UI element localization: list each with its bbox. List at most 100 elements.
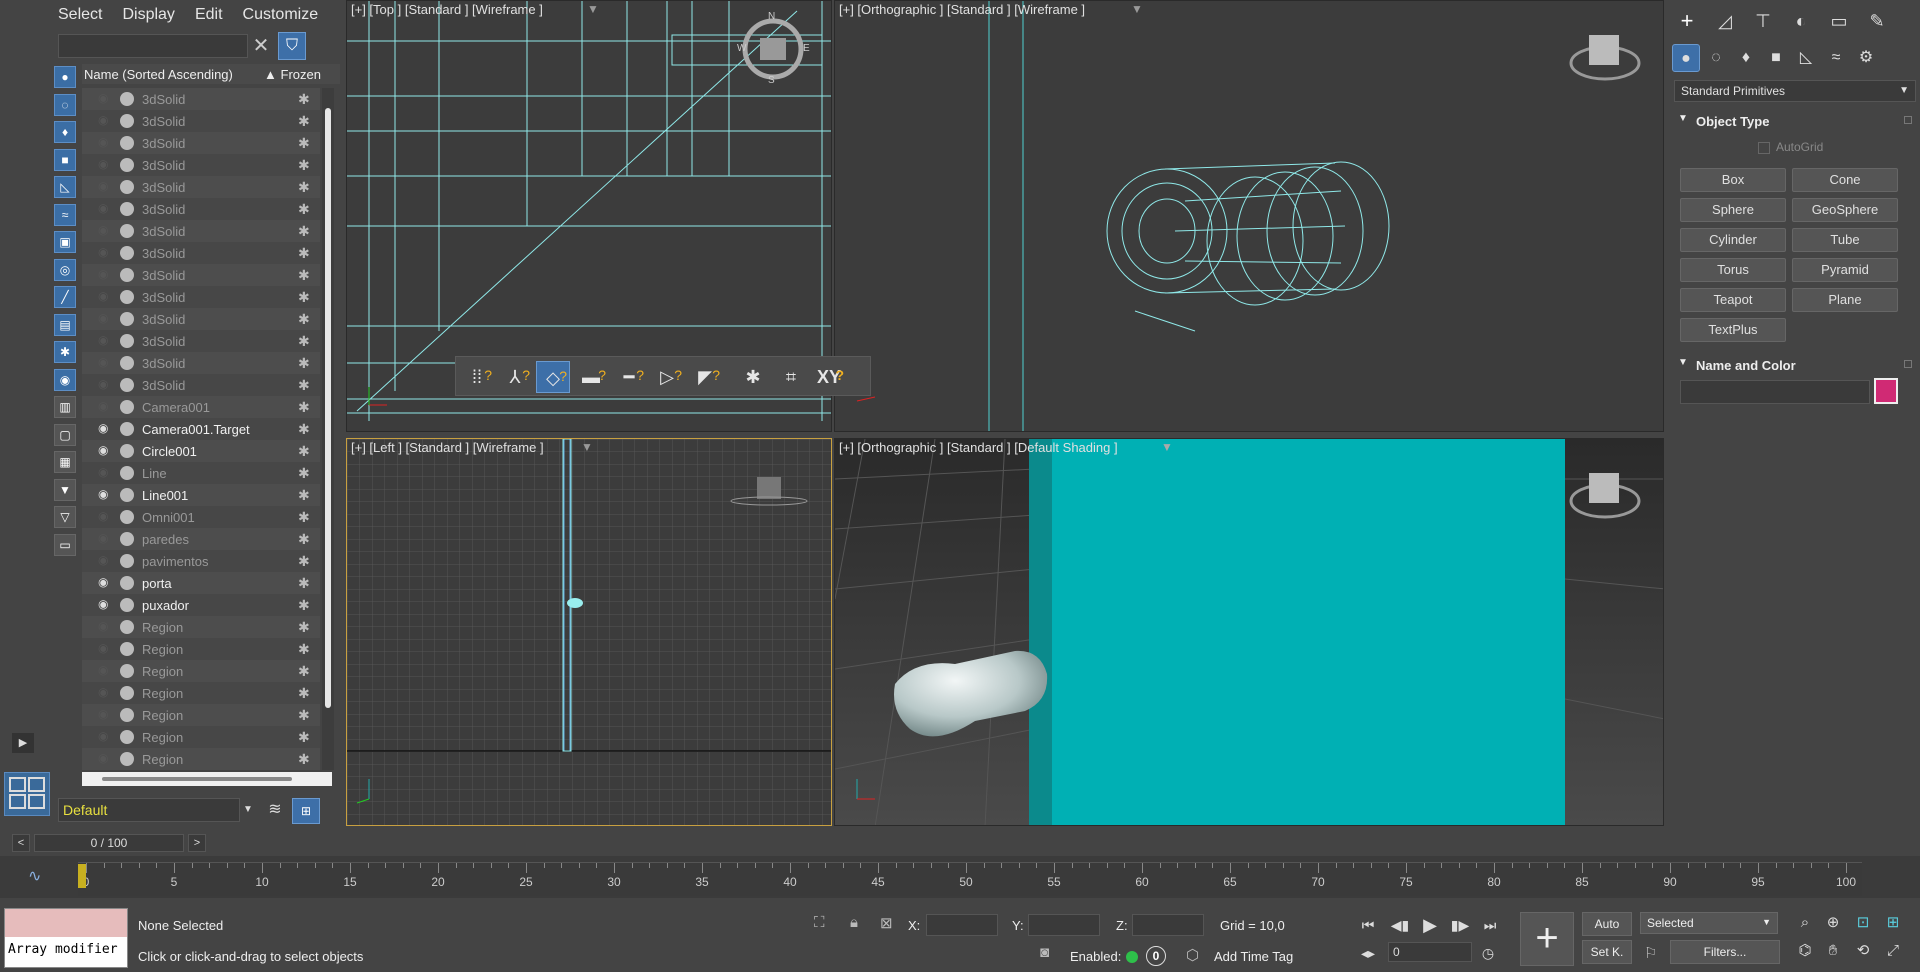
visibility-eye-icon[interactable]: ◉ [98,400,116,412]
maxscript-output[interactable] [5,909,127,937]
current-frame-input[interactable]: 0 [1388,942,1472,962]
hierarchy-tab-icon[interactable]: ⊤ [1748,6,1778,36]
visibility-eye-icon[interactable]: ◉ [98,224,116,236]
freeze-snowflake-icon[interactable]: ✱ [298,179,310,196]
viewport-filter-icon[interactable]: ▼ [581,440,593,454]
shapes-icon[interactable]: ◌ [1702,44,1730,72]
list-item[interactable]: ◉ Region ✱ [82,660,320,682]
name-and-color-rollout[interactable]: ▼ Name and Color [1674,354,1916,376]
time-configuration-icon[interactable]: ◷ [1476,942,1500,964]
freeze-snowflake-icon[interactable]: ✱ [298,201,310,218]
list-item[interactable]: ◉ 3dSolid ✱ [82,176,320,198]
clear-search-icon[interactable]: ✕ [250,34,272,58]
list-item[interactable]: ◉ 3dSolid ✱ [82,220,320,242]
viewport-orthographic-shaded[interactable]: [+] [Orthographic ] [Standard ] [Default… [834,438,1664,826]
list-item[interactable]: ◉ Camera001.Target ✱ [82,418,320,440]
list-item[interactable]: ◉ puxador ✱ [82,594,320,616]
display-none-icon[interactable]: ▢ [54,423,76,446]
play-icon[interactable]: ▶ [1418,914,1442,936]
freeze-snowflake-icon[interactable]: ✱ [298,113,310,130]
time-tag-icon[interactable]: ⬡ [1186,946,1199,964]
visibility-eye-icon[interactable]: ◉ [98,686,116,698]
list-item[interactable]: ◉ Camera001 ✱ [82,396,320,418]
list-item[interactable]: ◉ Omni001 ✱ [82,506,320,528]
freeze-snowflake-icon[interactable]: ✱ [298,399,310,416]
menu-edit[interactable]: Edit [195,6,223,24]
snap-xy-icon[interactable]: XY? [812,361,846,393]
maxscript-input[interactable]: Array modifier [5,937,127,967]
list-item[interactable]: ◉ 3dSolid ✱ [82,374,320,396]
zoom-all-icon[interactable]: ⊕ [1822,912,1844,934]
display-geometry-icon[interactable]: ● [54,66,76,88]
freeze-snowflake-icon[interactable]: ✱ [298,729,310,746]
filter-toggle-icon[interactable]: ⛉ [278,32,306,60]
curve-editor-icon[interactable]: ∿ [28,866,41,886]
primitive-button-tube[interactable]: Tube [1792,228,1898,252]
freeze-snowflake-icon[interactable]: ✱ [298,91,310,108]
display-shapes-icon[interactable]: ◌ [54,93,76,116]
modify-tab-icon[interactable]: ◿ [1710,6,1740,36]
maxscript-listener[interactable]: Array modifier [4,908,128,968]
display-cameras-icon[interactable]: ■ [54,148,76,171]
viewport-label[interactable]: [+] [Top ] [Standard ] [Wireframe ] [351,2,543,17]
freeze-snowflake-icon[interactable]: ✱ [298,751,310,768]
display-containers-icon[interactable]: ▤ [54,313,76,336]
freeze-snowflake-icon[interactable]: ✱ [298,157,310,174]
viewport-layout-button[interactable] [4,772,50,816]
freeze-snowflake-icon[interactable]: ✱ [298,135,310,152]
menu-customize[interactable]: Customize [243,6,319,24]
scroll-thumb[interactable] [102,777,292,781]
list-item[interactable]: ◉ Region ✱ [82,682,320,704]
display-bones-icon[interactable]: ╱ [54,286,76,308]
freeze-snowflake-icon[interactable]: ✱ [298,575,310,592]
visibility-eye-icon[interactable]: ◉ [98,620,116,632]
list-item[interactable]: ◉ porta ✱ [82,572,320,594]
visibility-eye-icon[interactable]: ◉ [98,708,116,720]
key-selection-dropdown[interactable]: Selected ▼ [1640,912,1778,934]
set-key-plus-icon[interactable]: + [1520,912,1574,966]
go-to-end-icon[interactable]: ⏭ [1478,914,1502,936]
primitive-button-textplus[interactable]: TextPlus [1680,318,1786,342]
key-filters-icon[interactable]: ⚐ [1644,944,1657,962]
freeze-snowflake-icon[interactable]: ✱ [298,377,310,394]
layers-icon[interactable]: ≋ [262,798,288,824]
visibility-eye-icon[interactable]: ◉ [98,466,116,478]
scroll-thumb[interactable] [325,108,331,708]
freeze-snowflake-icon[interactable]: ✱ [298,355,310,372]
key-filters-button[interactable]: Filters... [1670,940,1780,964]
visibility-eye-icon[interactable]: ◉ [98,136,116,148]
display-spacewarps-icon[interactable]: ≈ [54,203,76,226]
menu-display[interactable]: Display [122,6,174,24]
y-coordinate-input[interactable] [1028,914,1100,936]
freeze-snowflake-icon[interactable]: ✱ [298,641,310,658]
object-color-swatch[interactable] [1874,378,1898,404]
display-hidden-icon[interactable]: ◉ [54,368,76,391]
display-groups-icon[interactable]: ▣ [54,231,76,253]
visibility-eye-icon[interactable]: ◉ [98,642,116,654]
object-name-input[interactable] [1680,380,1870,404]
playhead[interactable] [78,864,86,888]
chevron-down-icon[interactable]: ▼ [240,798,256,822]
explorer-horizontal-scrollbar[interactable] [82,772,332,786]
spacewarps-icon[interactable]: ≈ [1822,44,1850,72]
list-item[interactable]: ◉ 3dSolid ✱ [82,88,320,110]
primitive-button-teapot[interactable]: Teapot [1680,288,1786,312]
utilities-tab-wrench-icon[interactable]: ✎ [1862,6,1892,36]
menu-select[interactable]: Select [58,6,102,24]
freeze-snowflake-icon[interactable]: ✱ [298,531,310,548]
absolute-mode-icon[interactable]: ⊠ [880,914,893,932]
visibility-eye-icon[interactable]: ◉ [98,246,116,258]
expand-panel-arrow-icon[interactable]: ▶ [12,733,34,753]
primitive-button-pyramid[interactable]: Pyramid [1792,258,1898,282]
x-coordinate-input[interactable] [926,914,998,936]
list-item[interactable]: ◉ 3dSolid ✱ [82,352,320,374]
visibility-eye-icon[interactable]: ◉ [98,554,116,566]
list-item[interactable]: ◉ 3dSolid ✱ [82,110,320,132]
autogrid-checkbox[interactable]: AutoGrid [1758,140,1823,154]
list-item[interactable]: ◉ pavimentos ✱ [82,550,320,572]
key-mode-toggle-icon[interactable]: ◂▸ [1356,942,1380,964]
freeze-snowflake-icon[interactable]: ✱ [298,487,310,504]
primitive-button-cylinder[interactable]: Cylinder [1680,228,1786,252]
viewport-filter-icon[interactable]: ▼ [1161,440,1173,454]
previous-frame-button[interactable]: < [12,834,30,852]
